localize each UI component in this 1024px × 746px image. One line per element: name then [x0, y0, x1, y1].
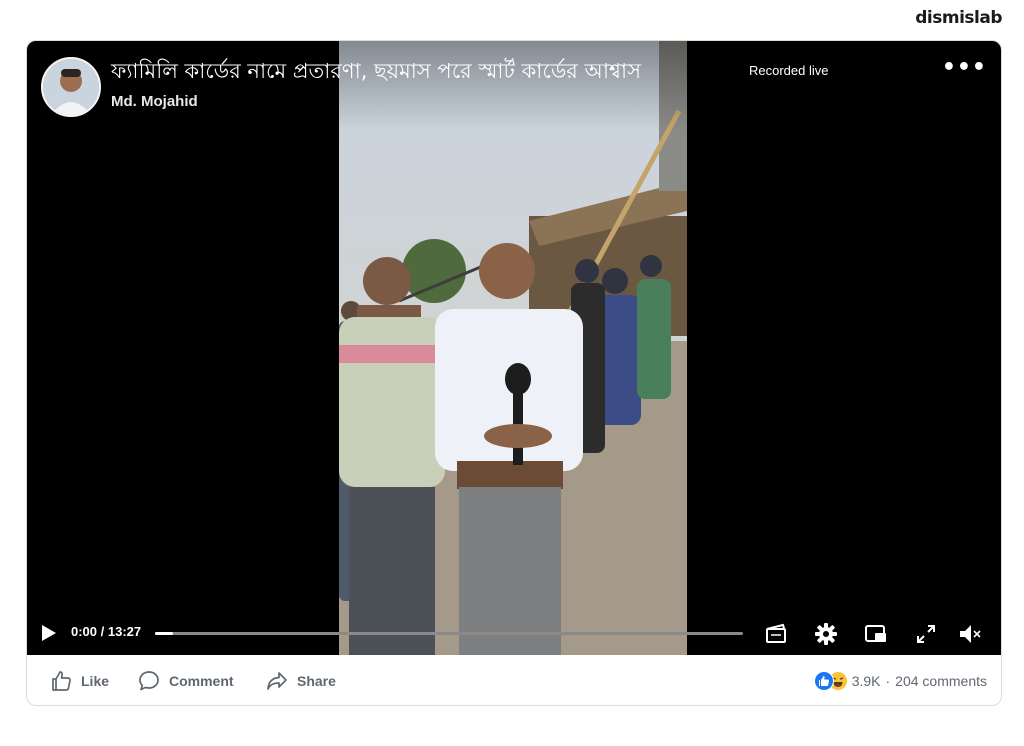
- play-icon[interactable]: [39, 623, 59, 643]
- player-controls: 0:00 / 13:27: [27, 613, 1001, 655]
- video-player[interactable]: ফ্যামিলি কার্ডের নামে প্রতারণা, ছয়মাস প…: [27, 41, 1001, 655]
- more-options-icon[interactable]: •••: [942, 55, 987, 80]
- gear-icon[interactable]: [813, 621, 839, 647]
- reactions-count: 3.9K: [851, 673, 881, 689]
- video-title: ফ্যামিলি কার্ডের নামে প্রতারণা, ছয়মাস প…: [111, 59, 641, 83]
- video-scene: [339, 41, 687, 655]
- like-label: Like: [81, 673, 110, 689]
- fullscreen-icon[interactable]: [913, 621, 939, 647]
- progress-fill: [155, 632, 173, 635]
- video-post-card: ফ্যামিলি কার্ডের নামে প্রতারণা, ছয়মাস প…: [26, 40, 1002, 706]
- avatar-image: [43, 59, 99, 115]
- post-footer: Like Comment Share 3.9K · 204 comments: [27, 655, 1001, 705]
- like-button[interactable]: Like: [49, 669, 109, 693]
- like-reaction-icon: [813, 671, 834, 691]
- video-frame[interactable]: [339, 41, 687, 655]
- share-icon: [267, 672, 287, 690]
- stats-separator: ·: [885, 673, 891, 689]
- share-button[interactable]: Share: [265, 669, 336, 693]
- volume-muted-icon[interactable]: [957, 621, 983, 647]
- comment-label: Comment: [169, 673, 234, 689]
- comment-icon: [139, 671, 159, 691]
- thumbs-up-icon: [52, 671, 71, 691]
- dismislab-watermark: dismislab: [915, 8, 1002, 28]
- reaction-stats[interactable]: 3.9K · 204 comments: [813, 671, 987, 691]
- recorded-live-badge: Recorded live: [749, 63, 829, 78]
- progress-bar[interactable]: [155, 632, 743, 635]
- author-avatar[interactable]: [41, 57, 101, 117]
- comments-count[interactable]: 204 comments: [895, 673, 987, 689]
- share-label: Share: [297, 673, 336, 689]
- comment-button[interactable]: Comment: [137, 669, 234, 693]
- clip-icon[interactable]: [763, 621, 789, 647]
- picture-in-picture-icon[interactable]: [863, 621, 889, 647]
- author-name[interactable]: Md. Mojahid: [111, 93, 198, 110]
- time-display: 0:00 / 13:27: [71, 624, 142, 639]
